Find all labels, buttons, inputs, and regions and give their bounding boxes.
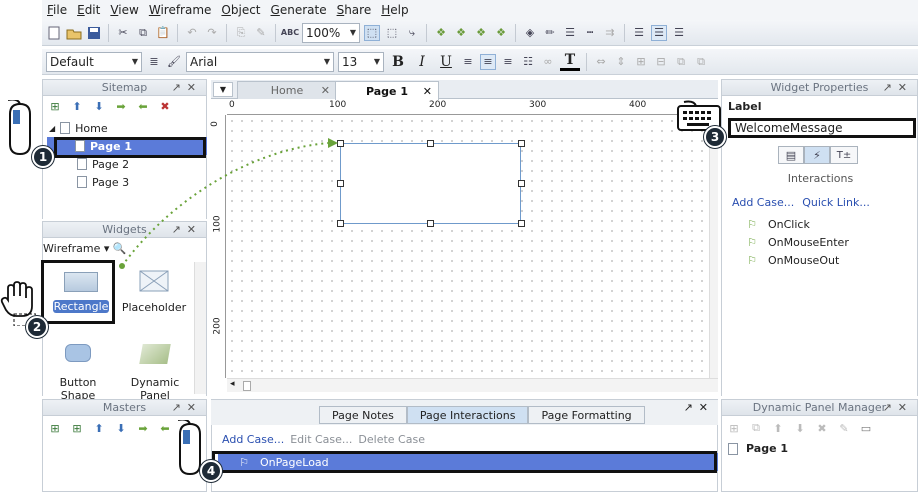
event-label: OnMouseEnter [768, 235, 849, 249]
event-label: OnMouseOut [768, 253, 840, 267]
edit-icon[interactable]: ✎ [836, 420, 852, 436]
event-onmouseout[interactable]: ⚐ OnMouseOut [744, 252, 839, 268]
notes-tab-icon[interactable]: ▤ [778, 146, 804, 164]
formatting-tab-icon[interactable]: T± [830, 146, 858, 164]
event-onmouseenter[interactable]: ⚐ OnMouseEnter [744, 234, 849, 250]
widget-properties-header: Widget Properties ↗✕ [721, 79, 918, 96]
event-onclick[interactable]: ⚐ OnClick [744, 216, 810, 232]
panel-controls[interactable]: ↗✕ [883, 401, 913, 414]
widget-properties-title: Widget Properties [770, 81, 869, 94]
callout-number: 2 [32, 320, 42, 334]
panel-controls[interactable]: ↗✕ [684, 401, 714, 414]
case-links: Add Case... Quick Link... [732, 196, 870, 209]
tab-label: Page Interactions [419, 408, 516, 422]
callout-3: 3 [704, 126, 726, 148]
mouse-cursor-icon [8, 100, 31, 156]
page-case-links: Add Case... Edit Case... Delete Case [222, 433, 425, 446]
callout-number: 4 [206, 464, 216, 478]
highlight-onpageload [212, 451, 717, 473]
filter-icon[interactable]: ▭ [858, 420, 874, 436]
page-icon [728, 442, 738, 455]
callout-4: 4 [200, 460, 222, 482]
callout-number: 1 [38, 150, 48, 164]
properties-tabs: ▤ ⚡ T± [778, 146, 858, 164]
add-case-link[interactable]: Add Case... [732, 196, 794, 209]
label-heading: Label [728, 100, 762, 113]
tab-page-interactions[interactable]: Page Interactions [406, 406, 529, 424]
delete-case-link[interactable]: Delete Case [358, 433, 425, 446]
label-input[interactable]: WelcomeMessage [728, 118, 916, 138]
event-icon: ⚐ [747, 217, 757, 231]
dpm-item-label: Page 1 [746, 442, 789, 455]
dpm-item[interactable]: Page 1 [728, 442, 788, 455]
move-down-icon[interactable]: ⬇ [792, 420, 808, 436]
dpm-header: Dynamic Panel Manager ↗✕ [721, 399, 918, 416]
tab-label: Page Notes [332, 408, 394, 422]
panel-controls[interactable]: ↗✕ [883, 81, 913, 94]
label-value: WelcomeMessage [735, 121, 843, 135]
move-up-icon[interactable]: ⬆ [770, 420, 786, 436]
dpm-panel: ⊞ ⧉ ⬆ ⬇ ✖ ✎ ▭ Page 1 [721, 416, 918, 492]
dpm-toolbar: ⊞ ⧉ ⬆ ⬇ ✖ ✎ ▭ [722, 418, 874, 438]
event-icon: ⚐ [747, 235, 757, 249]
event-icon: ⚐ [747, 253, 757, 267]
delete-icon[interactable]: ✖ [814, 420, 830, 436]
callout-number: 3 [710, 130, 720, 144]
tab-page-formatting[interactable]: Page Formatting [528, 406, 645, 424]
quick-link[interactable]: Quick Link... [802, 196, 870, 209]
edit-case-link[interactable]: Edit Case... [290, 433, 352, 446]
page-panel-tabs: Page Notes Page Interactions Page Format… [319, 406, 645, 424]
interactions-tab-icon[interactable]: ⚡ [804, 146, 830, 164]
tab-label: Page Formatting [541, 408, 632, 422]
callout-1: 1 [32, 146, 54, 168]
interactions-heading: Interactions [787, 172, 854, 185]
tab-page-notes[interactable]: Page Notes [319, 406, 407, 424]
add-case-link[interactable]: Add Case... [222, 433, 284, 446]
callout-2: 2 [26, 316, 48, 338]
dpm-title: Dynamic Panel Manager [752, 401, 887, 414]
widget-properties-panel: Label WelcomeMessage ▤ ⚡ T± Interactions… [721, 96, 918, 396]
duplicate-icon[interactable]: ⧉ [748, 420, 764, 436]
add-state-icon[interactable]: ⊞ [726, 420, 742, 436]
event-label: OnClick [768, 217, 810, 231]
